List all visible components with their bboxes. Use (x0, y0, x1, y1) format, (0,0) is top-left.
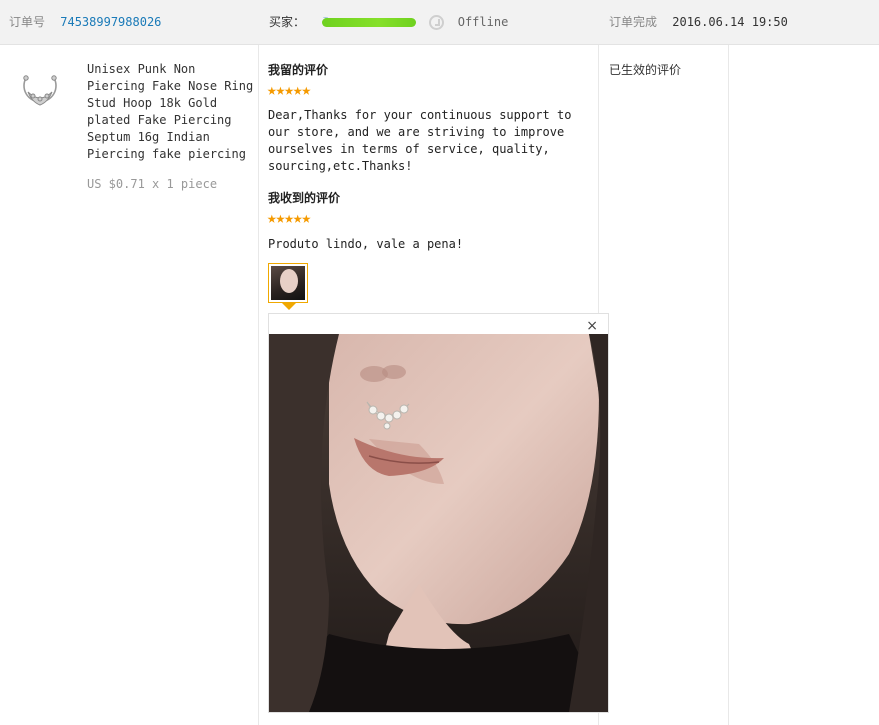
product-image[interactable] (18, 68, 62, 114)
product-title-link[interactable]: Unisex Punk Non Piercing Fake Nose Ring … (87, 61, 257, 163)
photo-preview-popup: × (268, 313, 609, 713)
order-status-label: 订单完成 (609, 15, 658, 29)
received-review-stars: ★★★★★ (267, 208, 311, 227)
order-status-block: 订单完成 2016.06.14 19:50 (609, 13, 788, 30)
completed-time: 2016.06.14 19:50 (672, 15, 788, 29)
buyer-status: Offline (457, 15, 509, 29)
review-photo (269, 334, 608, 712)
buyer-name-redaction (322, 18, 417, 27)
thumbnail-pointer (282, 303, 296, 310)
my-review-heading: 我留的评价 (268, 63, 329, 77)
order-header: 订单号 74538997988026 买家： I Offline 订单完成 20… (0, 0, 879, 45)
my-review-stars: ★★★★★ (267, 80, 311, 99)
received-review-heading: 我收到的评价 (268, 191, 341, 205)
product-price: US $0.71 x 1 piece (87, 177, 218, 191)
order-number-link[interactable]: 74538997988026 (60, 15, 161, 29)
buyer-name-link[interactable]: I (322, 15, 417, 28)
review-status: 已生效的评价 (609, 63, 682, 77)
buyer-label: 买家： (269, 15, 306, 29)
received-review-text: Produto lindo, vale a pena! (268, 237, 464, 251)
thumbnail-image (271, 266, 305, 300)
my-review-text: Dear,Thanks for your continuous support … (268, 108, 572, 173)
offline-status-icon (429, 15, 445, 30)
column-divider (258, 45, 259, 725)
column-divider (728, 45, 729, 725)
review-photo-thumbnail[interactable] (268, 263, 308, 303)
close-icon[interactable]: × (586, 318, 598, 334)
buyer-block: 买家： I Offline (269, 13, 508, 30)
order-number-label: 订单号 (9, 15, 46, 29)
order-number-block: 订单号 74538997988026 (9, 13, 161, 30)
